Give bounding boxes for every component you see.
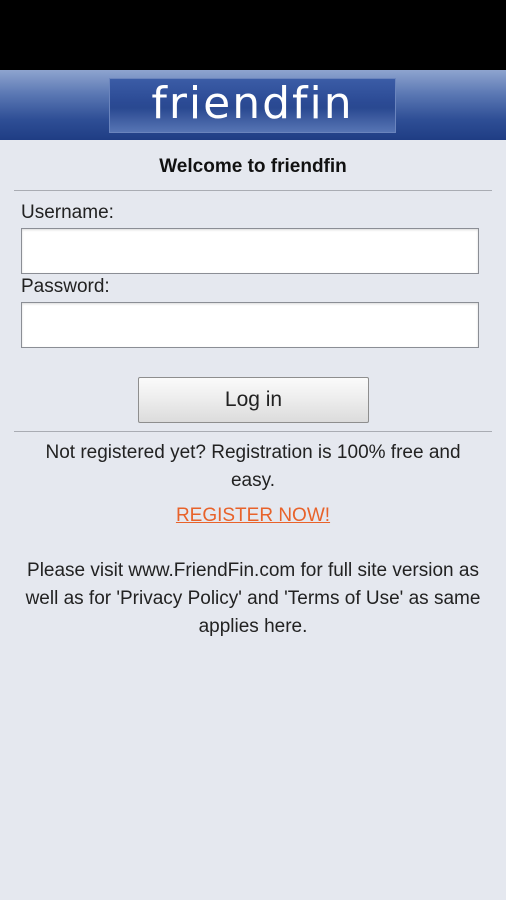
- username-label: Username:: [21, 202, 114, 223]
- password-label: Password:: [21, 276, 110, 297]
- page-title: Welcome to friendfin: [159, 156, 347, 177]
- site-notice: Please visit www.FriendFin.com for full …: [25, 560, 481, 637]
- login-button[interactable]: Log in: [138, 377, 369, 423]
- app-header: friendfin: [0, 70, 506, 140]
- status-bar: [0, 0, 506, 70]
- friendfin-logo: friendfin: [109, 78, 396, 133]
- register-link-container: REGISTER NOW!: [0, 505, 506, 527]
- logo-text: friendfin: [151, 77, 354, 129]
- divider: [14, 431, 492, 432]
- register-now-link[interactable]: REGISTER NOW!: [176, 505, 330, 526]
- registration-prompt: Not registered yet? Registration is 100%…: [45, 442, 461, 491]
- username-input[interactable]: [21, 228, 479, 274]
- password-input[interactable]: [21, 302, 479, 348]
- divider: [14, 190, 492, 191]
- login-page: Welcome to friendfin Username: Password:…: [0, 140, 506, 900]
